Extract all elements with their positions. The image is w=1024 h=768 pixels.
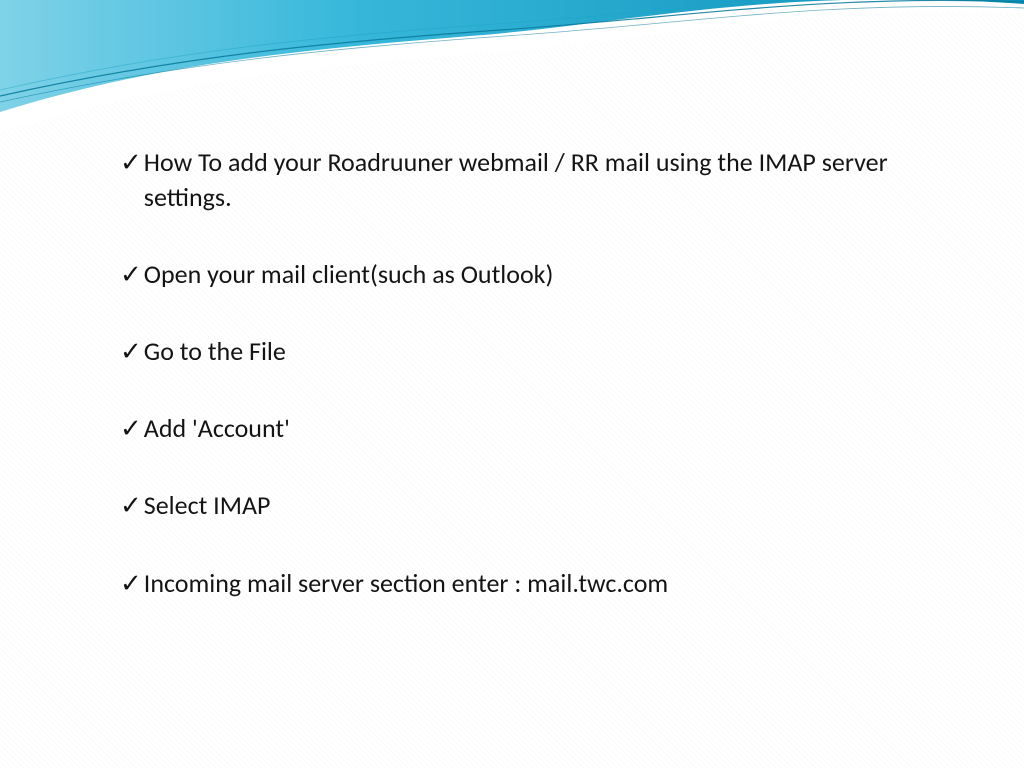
checkmark-icon: ✓ (120, 334, 142, 369)
list-item: ✓ Go to the File (120, 334, 924, 369)
list-item-text: Select IMAP (144, 488, 924, 523)
list-item: ✓ Open your mail client(such as Outlook) (120, 257, 924, 292)
list-item-text: How To add your Roadruuner webmail / RR … (144, 145, 924, 215)
checkmark-icon: ✓ (120, 257, 142, 292)
list-item-text: Incoming mail server section enter : mai… (144, 566, 924, 601)
list-item: ✓ How To add your Roadruuner webmail / R… (120, 145, 924, 215)
list-item-text: Go to the File (144, 334, 924, 369)
checkmark-icon: ✓ (120, 145, 142, 180)
bullet-list: ✓ How To add your Roadruuner webmail / R… (120, 145, 924, 601)
list-item: ✓ Add 'Account' (120, 411, 924, 446)
list-item: ✓ Incoming mail server section enter : m… (120, 566, 924, 601)
checkmark-icon: ✓ (120, 566, 142, 601)
checkmark-icon: ✓ (120, 411, 142, 446)
list-item-text: Add 'Account' (144, 411, 924, 446)
list-item: ✓ Select IMAP (120, 488, 924, 523)
list-item-text: Open your mail client(such as Outlook) (144, 257, 924, 292)
checkmark-icon: ✓ (120, 488, 142, 523)
